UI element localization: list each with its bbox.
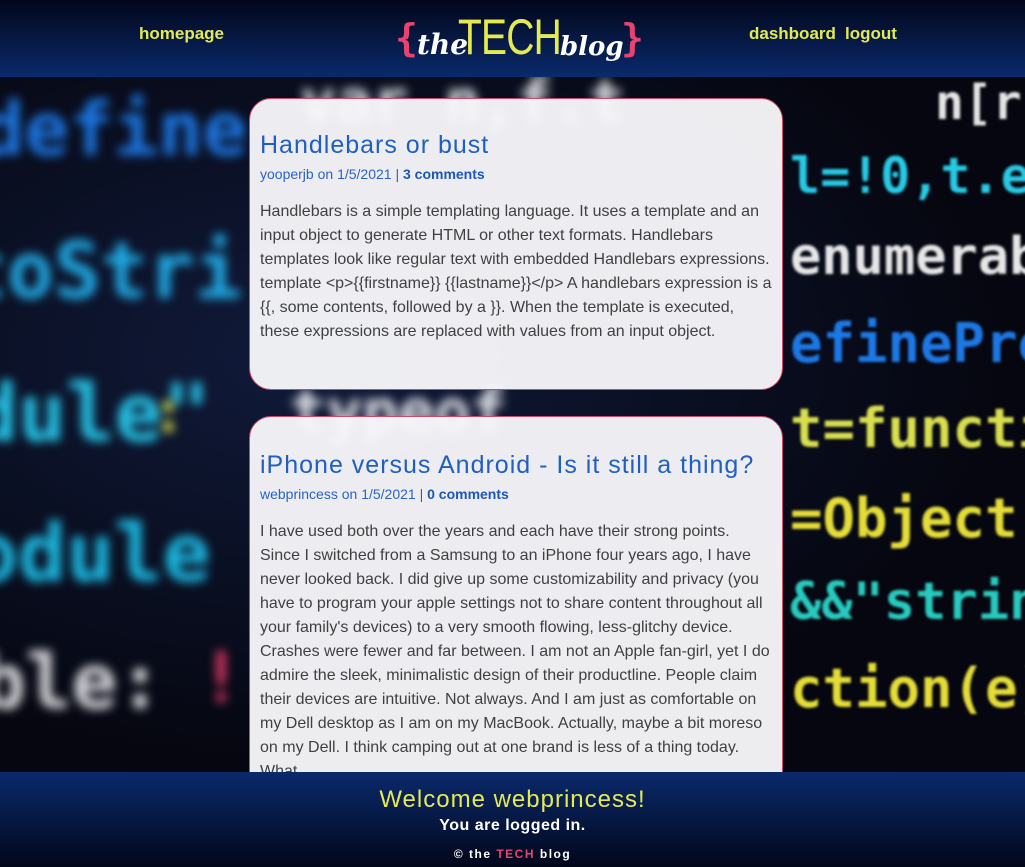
post-title[interactable]: Handlebars or bust xyxy=(260,133,772,158)
post-card: Handlebars or bust yooperjb on 1/5/2021 … xyxy=(249,98,783,390)
dashboard-link[interactable]: dashboard xyxy=(749,24,836,44)
post-author: webprincess xyxy=(260,486,338,502)
site-header: homepage { the TECH blog } dashboard log… xyxy=(0,0,1025,77)
post-body: I have used both over the years and each… xyxy=(260,523,770,780)
post-comments-link[interactable]: 0 comments xyxy=(427,486,509,502)
logo-tech: TECH xyxy=(458,9,562,65)
copyright-prefix: © the xyxy=(453,847,492,861)
welcome-message: Welcome webprincess! xyxy=(379,786,646,813)
copyright: © the TECH blog xyxy=(0,847,1025,861)
copyright-accent: TECH xyxy=(496,847,536,861)
post-date: 1/5/2021 xyxy=(337,166,392,182)
post-comments-link[interactable]: 3 comments xyxy=(403,166,485,182)
login-status: You are logged in. xyxy=(439,817,586,834)
post-title[interactable]: iPhone versus Android - Is it still a th… xyxy=(260,453,772,478)
homepage-link[interactable]: homepage xyxy=(139,24,224,44)
site-logo[interactable]: { the TECH blog } xyxy=(395,8,644,66)
post-body: Handlebars is a simple templating langua… xyxy=(260,203,772,340)
post-meta: webprincess on 1/5/2021 | 0 comments xyxy=(260,486,509,502)
logo-open-brace: { xyxy=(395,16,418,60)
post-author: yooperjb xyxy=(260,166,314,182)
logo-blog: blog xyxy=(560,32,624,62)
post-date: 1/5/2021 xyxy=(361,486,416,502)
logo-close-brace: } xyxy=(621,16,644,60)
post-meta: yooperjb on 1/5/2021 | 3 comments xyxy=(260,166,485,182)
logout-link[interactable]: logout xyxy=(845,24,897,44)
copyright-suffix: blog xyxy=(539,847,572,861)
site-footer: Welcome webprincess! You are logged in. … xyxy=(0,772,1025,867)
